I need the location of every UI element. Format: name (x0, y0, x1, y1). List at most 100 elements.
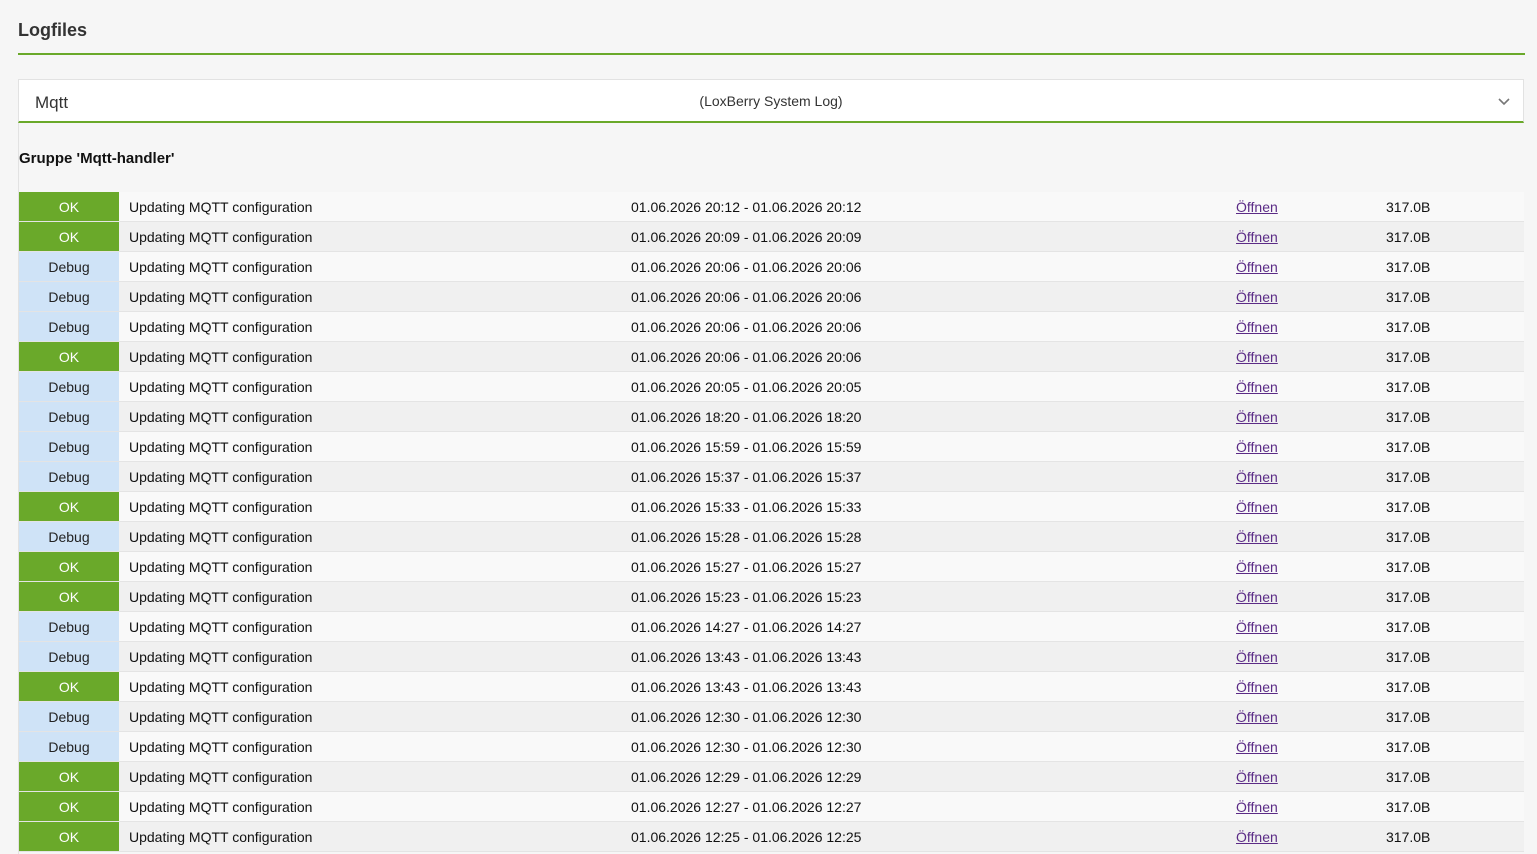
log-description: Updating MQTT configuration (119, 821, 631, 852)
log-level-badge: Debug (19, 461, 119, 492)
table-row: OK Updating MQTT configuration 01.06.2026 … (19, 581, 1524, 612)
log-description: Updating MQTT configuration (119, 671, 631, 702)
log-timerange: 01.06.2026 13:43 - 01.06.2026 13:43 (631, 641, 1171, 672)
log-description: Updating MQTT configuration (119, 761, 631, 792)
open-log-link[interactable]: Öffnen (1236, 469, 1278, 485)
log-timerange: 01.06.2026 20:06 - 01.06.2026 20:06 (631, 281, 1171, 312)
log-timerange: 01.06.2026 12:27 - 01.06.2026 12:27 (631, 791, 1171, 822)
log-open-cell: Öffnen (1171, 551, 1386, 582)
open-log-link[interactable]: Öffnen (1236, 619, 1278, 635)
open-log-link[interactable]: Öffnen (1236, 409, 1278, 425)
log-timerange: 01.06.2026 12:29 - 01.06.2026 12:29 (631, 761, 1171, 792)
log-timerange: 01.06.2026 14:27 - 01.06.2026 14:27 (631, 611, 1171, 642)
open-log-link[interactable]: Öffnen (1236, 589, 1278, 605)
table-row: Debug Updating MQTT configuration 01.06.20… (19, 701, 1524, 732)
log-level-badge: Debug (19, 401, 119, 432)
log-description: Updating MQTT configuration (119, 251, 631, 282)
log-open-cell: Öffnen (1171, 671, 1386, 702)
log-level-badge: Debug (19, 371, 119, 402)
log-level-badge: OK (19, 491, 119, 522)
open-log-link[interactable]: Öffnen (1236, 439, 1278, 455)
open-log-link[interactable]: Öffnen (1236, 289, 1278, 305)
log-level-badge: Debug (19, 701, 119, 732)
log-size: 317.0B (1386, 551, 1524, 582)
log-timerange: 01.06.2026 13:43 - 01.06.2026 13:43 (631, 671, 1171, 702)
table-row: OK Updating MQTT configuration 01.06.2026 … (19, 761, 1524, 792)
log-level-badge: Debug (19, 431, 119, 462)
table-row: OK Updating MQTT configuration 01.06.2026 … (19, 821, 1524, 852)
table-row: OK Updating MQTT configuration 01.06.2026 … (19, 341, 1524, 372)
open-log-link[interactable]: Öffnen (1236, 799, 1278, 815)
group-title: Gruppe 'Mqtt-handler' (19, 150, 175, 167)
open-log-link[interactable]: Öffnen (1236, 229, 1278, 245)
log-size: 317.0B (1386, 341, 1524, 372)
chevron-down-icon[interactable] (1497, 94, 1511, 108)
log-open-cell: Öffnen (1171, 251, 1386, 282)
open-log-link[interactable]: Öffnen (1236, 199, 1278, 215)
log-description: Updating MQTT configuration (119, 791, 631, 822)
open-log-link[interactable]: Öffnen (1236, 529, 1278, 545)
log-open-cell: Öffnen (1171, 491, 1386, 522)
open-log-link[interactable]: Öffnen (1236, 319, 1278, 335)
table-row: OK Updating MQTT configuration 01.06.2026 … (19, 551, 1524, 582)
open-log-link[interactable]: Öffnen (1236, 499, 1278, 515)
table-row: Debug Updating MQTT configuration 01.06.20… (19, 311, 1524, 342)
log-timerange: 01.06.2026 15:37 - 01.06.2026 15:37 (631, 461, 1171, 492)
plugin-collapsible-header[interactable]: Mqtt (LoxBerry System Log) (18, 79, 1524, 123)
log-timerange: 01.06.2026 20:06 - 01.06.2026 20:06 (631, 311, 1171, 342)
open-log-link[interactable]: Öffnen (1236, 679, 1278, 695)
open-log-link[interactable]: Öffnen (1236, 649, 1278, 665)
log-level-badge: OK (19, 581, 119, 612)
title-divider (18, 53, 1525, 55)
log-description: Updating MQTT configuration (119, 341, 631, 372)
log-description: Updating MQTT configuration (119, 581, 631, 612)
log-timerange: 01.06.2026 20:12 - 01.06.2026 20:12 (631, 192, 1171, 222)
table-row: Debug Updating MQTT configuration 01.06.20… (19, 461, 1524, 492)
log-description: Updating MQTT configuration (119, 371, 631, 402)
table-row: OK Updating MQTT configuration 01.06.2026 … (19, 791, 1524, 822)
log-open-cell: Öffnen (1171, 461, 1386, 492)
log-size: 317.0B (1386, 221, 1524, 252)
open-log-link[interactable]: Öffnen (1236, 709, 1278, 725)
log-timerange: 01.06.2026 12:30 - 01.06.2026 12:30 (631, 731, 1171, 762)
open-log-link[interactable]: Öffnen (1236, 379, 1278, 395)
open-log-link[interactable]: Öffnen (1236, 349, 1278, 365)
log-size: 317.0B (1386, 671, 1524, 702)
log-size: 317.0B (1386, 581, 1524, 612)
log-timerange: 01.06.2026 18:20 - 01.06.2026 18:20 (631, 401, 1171, 432)
log-open-cell: Öffnen (1171, 731, 1386, 762)
log-timerange: 01.06.2026 20:06 - 01.06.2026 20:06 (631, 251, 1171, 282)
log-level-badge: Debug (19, 281, 119, 312)
log-timerange: 01.06.2026 15:28 - 01.06.2026 15:28 (631, 521, 1171, 552)
log-open-cell: Öffnen (1171, 371, 1386, 402)
log-timerange: 01.06.2026 15:33 - 01.06.2026 15:33 (631, 491, 1171, 522)
log-description: Updating MQTT configuration (119, 431, 631, 462)
open-log-link[interactable]: Öffnen (1236, 829, 1278, 845)
log-timerange: 01.06.2026 20:09 - 01.06.2026 20:09 (631, 221, 1171, 252)
table-row: OK Updating MQTT configuration 01.06.2026 … (19, 192, 1524, 222)
log-description: Updating MQTT configuration (119, 281, 631, 312)
plugin-log-type: (LoxBerry System Log) (699, 93, 843, 109)
table-row: OK Updating MQTT configuration 01.06.2026 … (19, 221, 1524, 252)
open-log-link[interactable]: Öffnen (1236, 739, 1278, 755)
log-open-cell: Öffnen (1171, 311, 1386, 342)
log-size: 317.0B (1386, 491, 1524, 522)
log-level-badge: Debug (19, 251, 119, 282)
open-log-link[interactable]: Öffnen (1236, 769, 1278, 785)
open-log-link[interactable]: Öffnen (1236, 259, 1278, 275)
log-open-cell: Öffnen (1171, 641, 1386, 672)
log-size: 317.0B (1386, 401, 1524, 432)
table-row: Debug Updating MQTT configuration 01.06.20… (19, 611, 1524, 642)
log-description: Updating MQTT configuration (119, 701, 631, 732)
log-level-badge: OK (19, 761, 119, 792)
log-description: Updating MQTT configuration (119, 461, 631, 492)
log-size: 317.0B (1386, 521, 1524, 552)
log-level-badge: OK (19, 221, 119, 252)
table-row: Debug Updating MQTT configuration 01.06.20… (19, 521, 1524, 552)
log-description: Updating MQTT configuration (119, 551, 631, 582)
log-level-badge: OK (19, 821, 119, 852)
log-open-cell: Öffnen (1171, 821, 1386, 852)
log-open-cell: Öffnen (1171, 611, 1386, 642)
log-level-badge: Debug (19, 641, 119, 672)
open-log-link[interactable]: Öffnen (1236, 559, 1278, 575)
